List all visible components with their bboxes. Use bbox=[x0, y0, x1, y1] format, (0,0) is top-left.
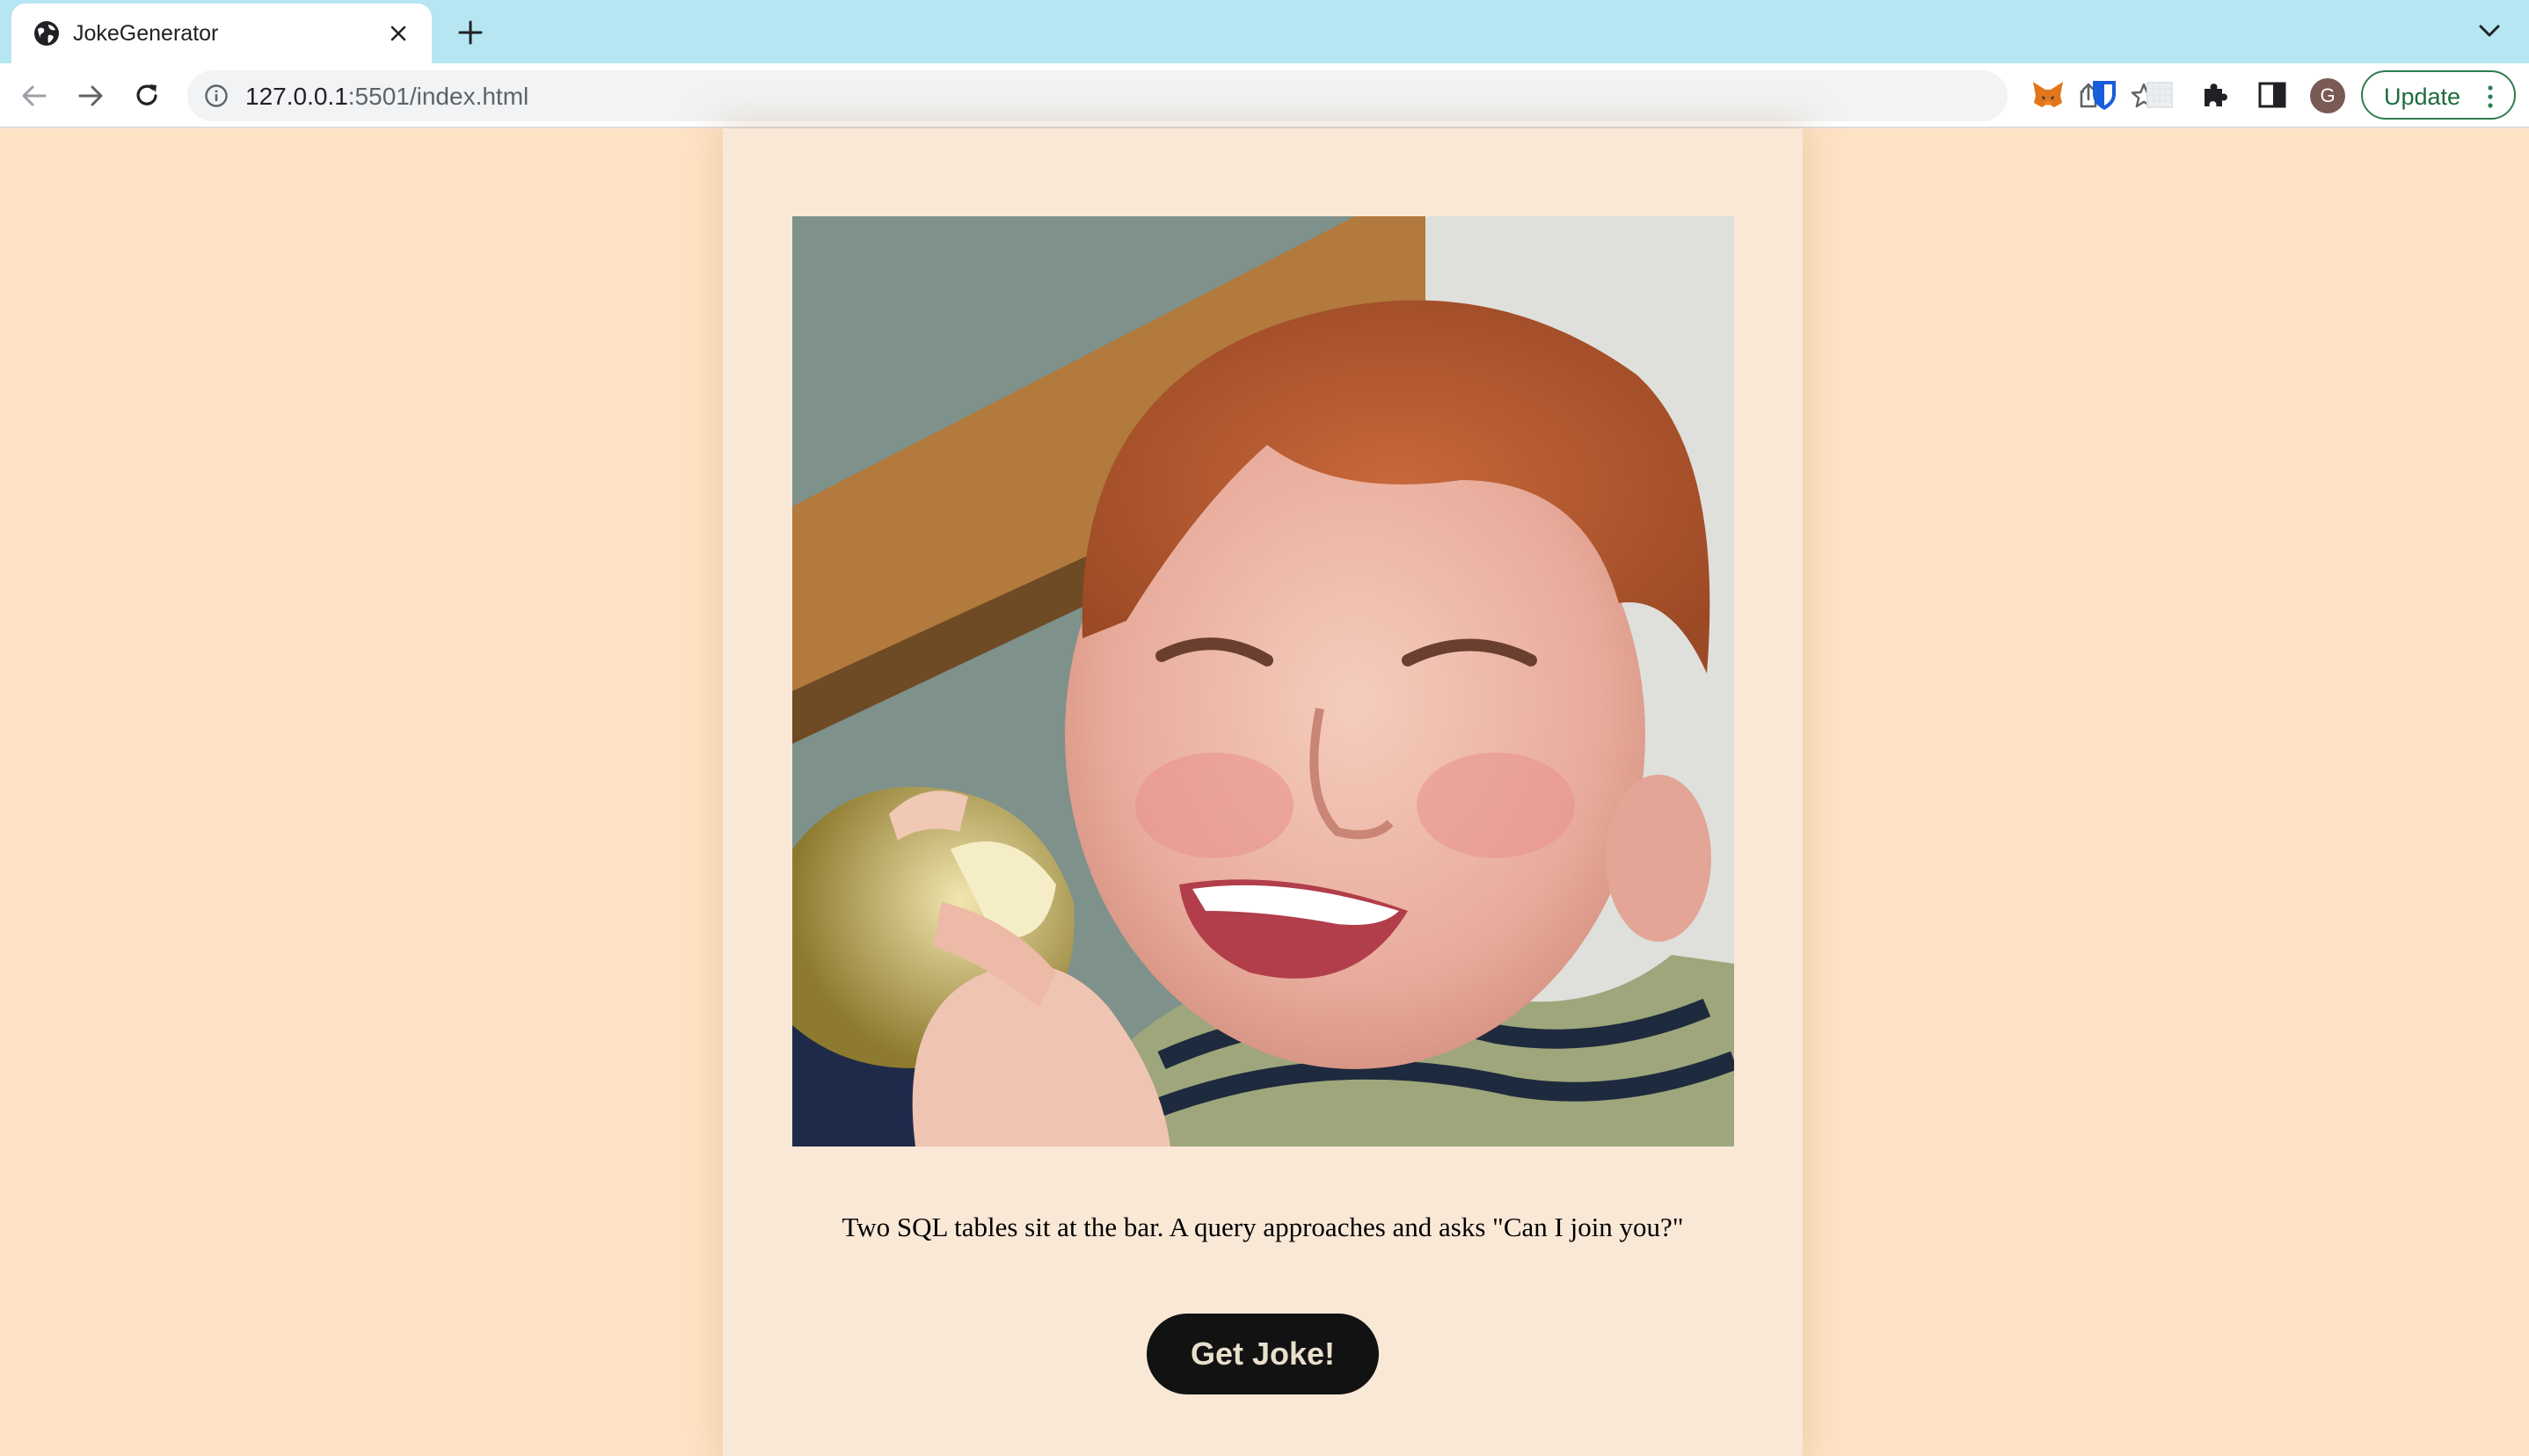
address-bar[interactable]: 127.0.0.1:5501/index.html bbox=[187, 70, 2157, 121]
url-path: :5501/index.html bbox=[347, 83, 529, 110]
tab-strip: JokeGenerator bbox=[0, 0, 2529, 63]
url-text[interactable]: 127.0.0.1:5501/index.html bbox=[245, 83, 528, 111]
more-vert-icon[interactable] bbox=[2486, 84, 2495, 109]
browser-toolbar: 127.0.0.1:5501/index.html G Update bbox=[0, 63, 2529, 128]
joke-card: Two SQL tables sit at the bar. A query a… bbox=[723, 128, 1803, 1456]
bitwarden-icon[interactable] bbox=[2086, 76, 2123, 113]
info-icon[interactable] bbox=[203, 83, 230, 109]
joke-text: Two SQL tables sit at the bar. A query a… bbox=[842, 1212, 1684, 1242]
reload-icon[interactable] bbox=[130, 79, 164, 113]
side-panel-icon[interactable] bbox=[2254, 76, 2291, 113]
get-joke-button[interactable]: Get Joke! bbox=[1147, 1314, 1379, 1394]
metamask-icon[interactable] bbox=[2030, 76, 2066, 113]
tab-title: JokeGenerator bbox=[73, 21, 219, 46]
puzzle-icon[interactable] bbox=[2197, 76, 2234, 113]
blank-extension-icon[interactable] bbox=[2141, 76, 2178, 113]
avatar[interactable]: G bbox=[2310, 78, 2345, 113]
forward-arrow-icon[interactable] bbox=[74, 79, 107, 113]
update-label: Update bbox=[2384, 84, 2461, 110]
active-tab[interactable]: JokeGenerator bbox=[11, 4, 432, 63]
update-button[interactable]: Update bbox=[2361, 70, 2516, 120]
url-host: 127.0.0.1 bbox=[245, 83, 348, 110]
back-arrow-icon[interactable] bbox=[18, 79, 51, 113]
joke-image bbox=[792, 216, 1734, 1147]
close-icon[interactable] bbox=[388, 23, 409, 44]
new-tab-icon[interactable] bbox=[456, 18, 485, 47]
globe-icon bbox=[34, 21, 59, 46]
chevron-down-icon[interactable] bbox=[2478, 23, 2501, 39]
